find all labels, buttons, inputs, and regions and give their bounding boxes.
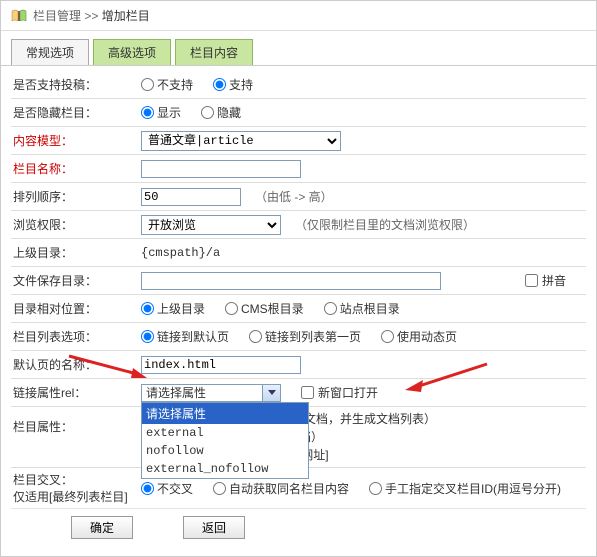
label-rel: 链接属性rel： [11, 384, 141, 401]
hint-order: （由低 -> 高） [255, 188, 333, 205]
select-rel[interactable]: 请选择属性 [141, 384, 281, 402]
label-submit: 是否支持投稿： [11, 76, 141, 93]
chevron-down-icon[interactable] [262, 385, 280, 401]
label-savedir: 文件保存目录： [11, 272, 141, 289]
rel-option[interactable]: 请选择属性 [142, 403, 308, 424]
input-name[interactable] [141, 160, 301, 178]
label-parent: 上级目录： [11, 244, 141, 261]
arrow-left-icon [65, 352, 147, 382]
rel-option[interactable]: nofollow [142, 442, 308, 460]
rel-dropdown: 请选择属性 external nofollow external_nofollo… [141, 402, 309, 479]
radio-cross-auto[interactable]: 自动获取同名栏目内容 [213, 480, 349, 497]
checkbox-pinyin[interactable]: 拼音 [525, 272, 566, 289]
radio-listopt-def[interactable]: 链接到默认页 [141, 328, 229, 345]
arrow-right-icon [401, 360, 491, 394]
radio-cross-manual[interactable]: 手工指定交叉栏目ID(用逗号分开) [369, 480, 561, 497]
book-icon [11, 9, 27, 23]
ok-button[interactable]: 确定 [71, 516, 133, 539]
radio-no-support[interactable]: 不支持 [141, 76, 193, 93]
tab-content[interactable]: 栏目内容 [175, 39, 253, 65]
rel-option[interactable]: external [142, 424, 308, 442]
input-savedir[interactable] [141, 272, 441, 290]
select-model[interactable]: 普通文章|article [141, 131, 341, 151]
label-colattr: 栏目属性： [11, 410, 141, 435]
radio-support[interactable]: 支持 [213, 76, 253, 93]
radio-relpos-site[interactable]: 站点根目录 [324, 300, 400, 317]
radio-relpos-parent[interactable]: 上级目录 [141, 300, 205, 317]
label-name: 栏目名称： [11, 160, 141, 177]
radio-show[interactable]: 显示 [141, 104, 181, 121]
breadcrumb-current: 增加栏目 [102, 9, 150, 23]
radio-relpos-cms[interactable]: CMS根目录 [225, 300, 304, 317]
checkbox-newwin[interactable]: 新窗口打开 [301, 384, 378, 401]
label-relpos: 目录相对位置： [11, 300, 141, 317]
input-order[interactable] [141, 188, 241, 206]
radio-listopt-first[interactable]: 链接到列表第一页 [249, 328, 361, 345]
label-order: 排列顺序： [11, 188, 141, 205]
breadcrumb: 栏目管理 >> 增加栏目 [33, 7, 150, 24]
tab-normal[interactable]: 常规选项 [11, 39, 89, 65]
label-hidden: 是否隐藏栏目： [11, 104, 141, 121]
input-defname[interactable] [141, 356, 301, 374]
label-model: 内容模型： [11, 132, 141, 149]
radio-listopt-dyn[interactable]: 使用动态页 [381, 328, 457, 345]
tab-advanced[interactable]: 高级选项 [93, 39, 171, 65]
radio-cross-no[interactable]: 不交叉 [141, 480, 193, 497]
radio-hide[interactable]: 隐藏 [201, 104, 241, 121]
breadcrumb-mgmt[interactable]: 栏目管理 [33, 9, 81, 23]
breadcrumb-sep: >> [84, 9, 98, 23]
value-parent: {cmspath}/a [141, 246, 220, 260]
label-browse: 浏览权限： [11, 216, 141, 233]
hint-browse: （仅限制栏目里的文档浏览权限） [295, 216, 475, 233]
back-button[interactable]: 返回 [183, 516, 245, 539]
label-listopt: 栏目列表选项： [11, 328, 141, 345]
select-browse[interactable]: 开放浏览 [141, 215, 281, 235]
rel-option[interactable]: external_nofollow [142, 460, 308, 478]
